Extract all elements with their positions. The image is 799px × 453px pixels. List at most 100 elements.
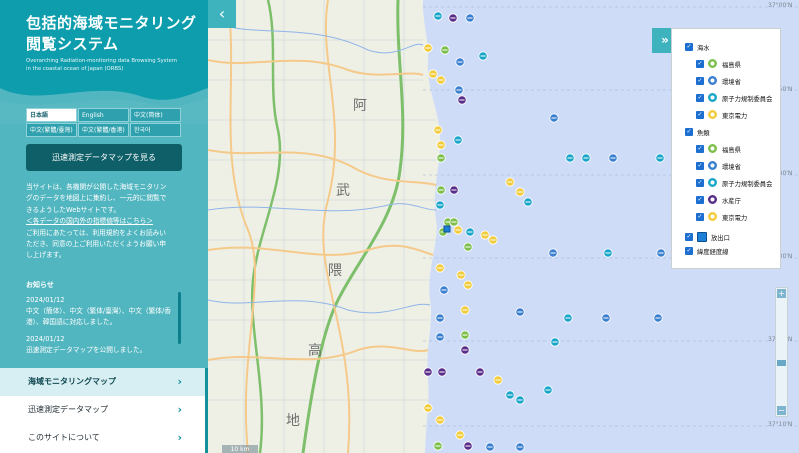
news-scrollbar[interactable] xyxy=(178,292,181,344)
monitoring-point-marker[interactable] xyxy=(656,248,666,258)
monitoring-point-marker[interactable] xyxy=(488,235,498,245)
zoom-slider-thumb[interactable] xyxy=(777,360,786,366)
coord-label: 37°00'N xyxy=(768,2,793,9)
lang-japanese[interactable]: 日本語 xyxy=(26,108,77,122)
checkbox-checked-icon[interactable]: ✓ xyxy=(696,162,704,170)
quick-map-button[interactable]: 迅速測定データマップを見る xyxy=(26,144,182,171)
app-subtitle-line2: in the coastal ocean of Japan (ORBS) xyxy=(26,66,124,72)
monitoring-point-marker[interactable] xyxy=(485,442,495,452)
monitoring-point-marker[interactable] xyxy=(453,225,463,235)
lang-english[interactable]: English xyxy=(78,108,129,122)
lang-chinese-taiwan[interactable]: 中文(繁體/臺灣) xyxy=(26,123,77,137)
monitoring-point-marker[interactable] xyxy=(423,403,433,413)
monitoring-point-marker[interactable] xyxy=(449,185,459,195)
monitoring-point-marker[interactable] xyxy=(515,187,525,197)
checkbox-checked-icon[interactable]: ✓ xyxy=(696,77,704,85)
checkbox-checked-icon[interactable]: ✓ xyxy=(696,94,704,102)
nav-item-monitoring-map[interactable]: 海域モニタリングマップ › xyxy=(0,368,208,396)
monitoring-point-marker[interactable] xyxy=(550,337,560,347)
monitoring-point-marker[interactable] xyxy=(455,57,465,67)
checkbox-checked-icon[interactable]: ✓ xyxy=(685,233,693,241)
monitoring-point-marker[interactable] xyxy=(433,441,443,451)
monitoring-point-marker[interactable] xyxy=(515,395,525,405)
monitoring-point-marker[interactable] xyxy=(505,390,515,400)
monitoring-point-marker[interactable] xyxy=(493,375,503,385)
monitoring-point-marker[interactable] xyxy=(449,217,459,227)
nav-item-label: 迅速測定データマップ xyxy=(28,405,108,414)
news-list[interactable]: 2024/01/12 中文（簡体）、中文（繁体/臺灣）、中文（繁体/香港）、韓国… xyxy=(26,295,176,355)
checkbox-checked-icon[interactable]: ✓ xyxy=(696,196,704,204)
collapse-sidebar-button[interactable]: ‹ xyxy=(208,0,236,28)
checkbox-checked-icon[interactable]: ✓ xyxy=(696,145,704,153)
monitoring-point-marker[interactable] xyxy=(480,230,490,240)
monitoring-point-marker[interactable] xyxy=(440,45,450,55)
zoom-control[interactable]: + − xyxy=(775,287,788,417)
monitoring-point-marker[interactable] xyxy=(423,43,433,53)
expressway xyxy=(250,0,282,453)
monitoring-point-marker[interactable] xyxy=(463,280,473,290)
checkbox-checked-icon[interactable]: ✓ xyxy=(685,247,693,255)
monitoring-point-marker[interactable] xyxy=(435,313,445,323)
monitoring-point-marker[interactable] xyxy=(543,385,553,395)
checkbox-checked-icon[interactable]: ✓ xyxy=(685,128,693,136)
monitoring-point-marker[interactable] xyxy=(463,441,473,451)
lang-chinese-simplified[interactable]: 中文(简体) xyxy=(130,108,181,122)
monitoring-point-marker[interactable] xyxy=(423,367,433,377)
checkbox-checked-icon[interactable]: ✓ xyxy=(685,43,693,51)
monitoring-point-marker[interactable] xyxy=(475,367,485,377)
monitoring-point-marker[interactable] xyxy=(505,177,515,187)
monitoring-point-marker[interactable] xyxy=(463,242,473,252)
checkbox-checked-icon[interactable]: ✓ xyxy=(696,213,704,221)
monitoring-point-marker[interactable] xyxy=(460,330,470,340)
checkbox-checked-icon[interactable]: ✓ xyxy=(696,111,704,119)
monitoring-point-marker[interactable] xyxy=(465,227,475,237)
monitoring-point-marker[interactable] xyxy=(454,85,464,95)
monitoring-point-marker[interactable] xyxy=(653,313,663,323)
monitoring-point-marker[interactable] xyxy=(460,345,470,355)
monitoring-point-marker[interactable] xyxy=(457,95,467,105)
monitoring-point-marker[interactable] xyxy=(436,185,446,195)
checkbox-checked-icon[interactable]: ✓ xyxy=(696,179,704,187)
monitoring-point-marker[interactable] xyxy=(439,285,449,295)
monitoring-point-marker[interactable] xyxy=(435,200,445,210)
monitoring-point-marker[interactable] xyxy=(460,305,470,315)
monitoring-point-marker[interactable] xyxy=(478,51,488,61)
monitoring-point-marker[interactable] xyxy=(465,13,475,23)
monitoring-point-marker[interactable] xyxy=(515,307,525,317)
monitoring-point-marker[interactable] xyxy=(436,75,446,85)
lang-chinese-hongkong[interactable]: 中文(繁體/香港) xyxy=(78,123,129,137)
zoom-out-button[interactable]: − xyxy=(777,406,786,415)
monitoring-point-marker[interactable] xyxy=(435,415,445,425)
monitoring-point-marker[interactable] xyxy=(448,13,458,23)
monitoring-point-marker[interactable] xyxy=(456,270,466,280)
monitoring-point-marker[interactable] xyxy=(428,69,438,79)
monitoring-point-marker[interactable] xyxy=(435,263,445,273)
monitoring-point-marker[interactable] xyxy=(603,248,613,258)
monitoring-point-marker[interactable] xyxy=(549,113,559,123)
app-subtitle: Overarching Radiation-monitoring data Br… xyxy=(26,57,201,73)
monitoring-point-marker[interactable] xyxy=(436,153,446,163)
monitoring-point-marker[interactable] xyxy=(523,197,533,207)
outlet-marker[interactable] xyxy=(443,225,451,233)
monitoring-point-marker[interactable] xyxy=(437,367,447,377)
monitoring-point-marker[interactable] xyxy=(608,153,618,163)
monitoring-point-marker[interactable] xyxy=(548,248,558,258)
monitoring-point-marker[interactable] xyxy=(433,125,443,135)
monitoring-point-marker[interactable] xyxy=(453,135,463,145)
monitoring-point-marker[interactable] xyxy=(565,153,575,163)
monitoring-point-marker[interactable] xyxy=(563,313,573,323)
zoom-in-button[interactable]: + xyxy=(777,289,786,298)
monitoring-point-marker[interactable] xyxy=(435,332,445,342)
monitoring-point-marker[interactable] xyxy=(581,153,591,163)
nav-item-quick-map[interactable]: 迅速測定データマップ › xyxy=(0,396,208,424)
monitoring-point-marker[interactable] xyxy=(455,430,465,440)
checkbox-checked-icon[interactable]: ✓ xyxy=(696,60,704,68)
lang-korean[interactable]: 한국어 xyxy=(130,123,181,137)
monitoring-point-marker[interactable] xyxy=(436,140,446,150)
nav-item-about[interactable]: このサイトについて › xyxy=(0,424,208,452)
indicator-values-link[interactable]: ＜各データの国内外の指標値等はこちら＞ xyxy=(26,216,188,227)
monitoring-point-marker[interactable] xyxy=(655,153,665,163)
monitoring-point-marker[interactable] xyxy=(433,11,443,21)
monitoring-point-marker[interactable] xyxy=(515,442,525,452)
monitoring-point-marker[interactable] xyxy=(601,313,611,323)
